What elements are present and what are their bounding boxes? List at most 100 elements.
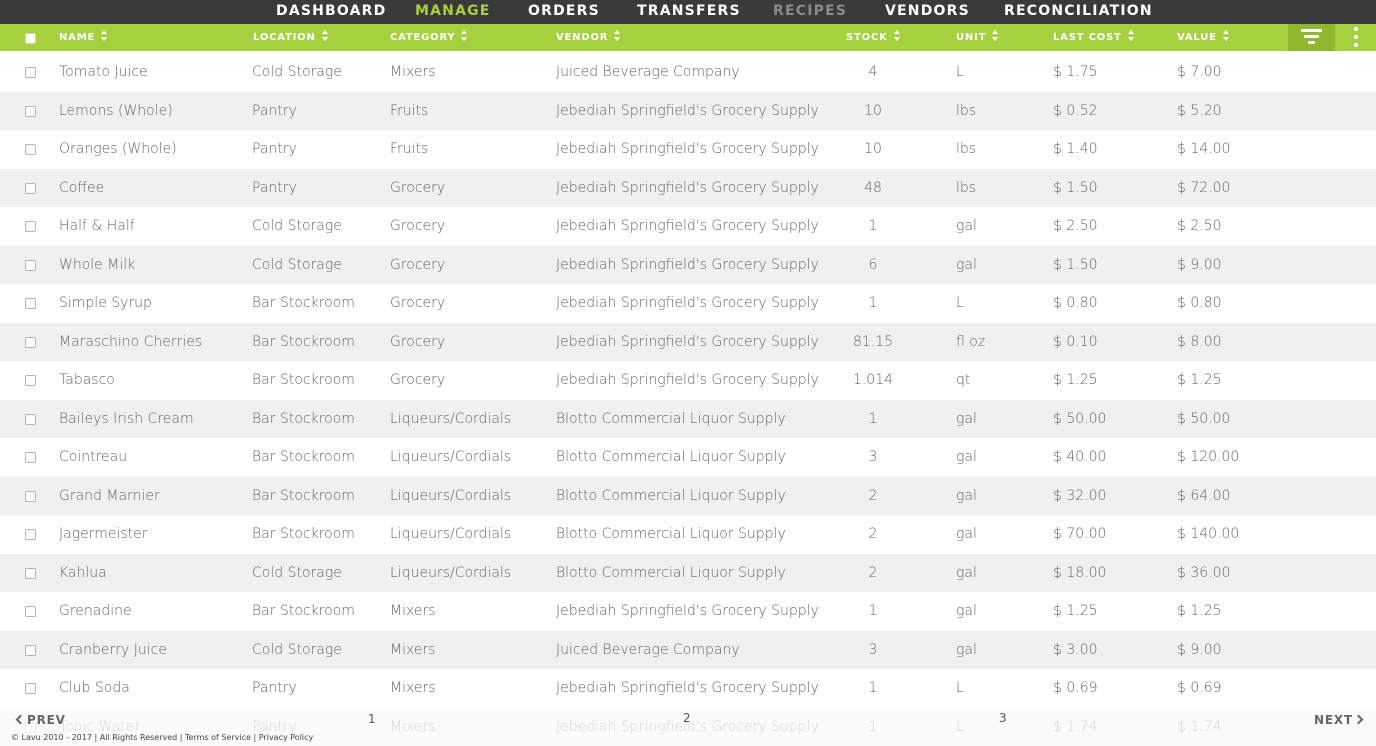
cell-category: Mixers — [390, 641, 436, 658]
filter-icon[interactable] — [1288, 24, 1335, 51]
sort-arrows-icon — [461, 29, 469, 43]
sort-arrows-icon — [1127, 29, 1136, 43]
row-checkbox[interactable] — [25, 336, 36, 348]
cell-value: $ 120.00 — [1177, 449, 1240, 465]
sort-arrows-icon — [321, 29, 330, 43]
row-checkbox[interactable] — [25, 529, 36, 540]
nav-dashboard[interactable]: DASHBOARD — [276, 0, 387, 24]
cell-unit: L — [956, 295, 964, 311]
page-3-link[interactable]: 3 — [999, 711, 1007, 725]
cell-name: Baileys Irish Cream — [59, 410, 194, 427]
cell-location: Bar Stockroom — [252, 449, 355, 465]
table-row[interactable]: Kahlua Cold Storage Liqueurs/Cordials Blott… — [0, 553, 1376, 592]
table-row[interactable]: Cranberry Juice Cold Storage Mixers Juiced … — [0, 630, 1376, 669]
table-row[interactable]: Cointreau Bar Stockroom Liqueurs/Cordials B… — [0, 438, 1376, 477]
cell-unit: gal — [956, 487, 977, 504]
cell-unit: lbs — [956, 179, 977, 196]
cell-stock: 2 — [868, 526, 878, 542]
column-header-name[interactable]: NAME — [59, 24, 109, 51]
row-checkbox[interactable] — [25, 567, 36, 579]
row-checkbox[interactable] — [25, 683, 36, 694]
row-checkbox[interactable] — [25, 221, 36, 232]
cell-value: $ 0.69 — [1177, 680, 1222, 696]
column-header-unit[interactable]: UNIT — [956, 24, 1000, 51]
cell-unit: gal — [956, 218, 977, 234]
table-row[interactable]: Half & Half Cold Storage Grocery Jebediah S… — [0, 207, 1376, 246]
footer-copyright: © Lavu 2010 - 2017 | All Rights Reserved… — [11, 733, 313, 742]
cell-location: Pantry — [252, 102, 297, 119]
cell-vendor: Blotto Commercial Liquor Supply — [556, 449, 786, 465]
row-checkbox[interactable] — [25, 606, 36, 617]
more-vertical-icon[interactable] — [1336, 24, 1376, 51]
table-row[interactable]: Whole Milk Cold Storage Grocery Jebediah Sp… — [0, 245, 1376, 284]
nav-reconciliation[interactable]: RECONCILIATION — [1004, 0, 1153, 24]
row-checkbox[interactable] — [25, 298, 36, 309]
cell-last-cost: $ 32.00 — [1053, 487, 1107, 504]
cell-vendor: Blotto Commercial Liquor Supply — [556, 526, 786, 542]
cell-last-cost: $ 40.00 — [1053, 449, 1107, 465]
row-checkbox[interactable] — [25, 490, 36, 502]
column-header-vendor[interactable]: VENDOR — [556, 24, 622, 51]
nav-vendors[interactable]: VENDORS — [885, 0, 970, 24]
row-checkbox[interactable] — [25, 452, 36, 463]
row-checkbox[interactable] — [25, 375, 36, 386]
table-row[interactable]: Club Soda Pantry Mixers Jebediah Springfiel… — [0, 669, 1376, 708]
cell-vendor: Jebediah Springfield's Grocery Supply — [556, 179, 819, 196]
cell-stock: 1 — [868, 680, 878, 696]
table-row[interactable]: Tomato Juice Cold Storage Mixers Juiced Bev… — [0, 53, 1376, 92]
table-row[interactable]: Jagermeister Bar Stockroom Liqueurs/Cordia… — [0, 515, 1376, 554]
cell-name: Whole Milk — [59, 256, 136, 273]
cell-vendor: Jebediah Springfield's Grocery Supply — [556, 218, 819, 234]
nav-manage[interactable]: MANAGE — [415, 0, 491, 24]
page-1-link[interactable]: 1 — [368, 712, 376, 726]
cell-value: $ 9.00 — [1177, 256, 1222, 273]
cell-value: $ 1.25 — [1177, 372, 1222, 388]
column-header-category[interactable]: CATEGORY — [390, 24, 469, 51]
column-header-last-cost-label: LAST COST — [1053, 32, 1122, 43]
table-row[interactable]: Tabasco Bar Stockroom Grocery Jebediah Spri… — [0, 361, 1376, 400]
chevron-right-icon — [1353, 714, 1364, 725]
cell-name: Coffee — [59, 179, 105, 196]
nav-orders[interactable]: ORDERS — [528, 0, 600, 24]
table-row[interactable]: Grand Marnier Bar Stockroom Liqueurs/Cordi… — [0, 476, 1376, 515]
row-checkbox[interactable] — [25, 182, 36, 194]
privacy-link[interactable]: Privacy Policy — [259, 733, 314, 742]
sort-arrows-icon — [893, 29, 902, 43]
next-button[interactable]: NEXT — [1314, 713, 1364, 727]
row-checkbox[interactable] — [25, 144, 36, 155]
table-row[interactable]: Coffee Pantry Grocery Jebediah Springfield'… — [0, 168, 1376, 207]
table-row[interactable]: Oranges (Whole) Pantry Fruits Jebediah Spri… — [0, 130, 1376, 169]
row-checkbox[interactable] — [25, 105, 36, 117]
table-row[interactable]: Grenadine Bar Stockroom Mixers Jebediah Spr… — [0, 592, 1376, 631]
column-header-value[interactable]: VALUE — [1177, 24, 1231, 51]
cell-last-cost: $ 1.75 — [1053, 64, 1098, 80]
cell-vendor: Jebediah Springfield's Grocery Supply — [556, 372, 819, 388]
row-checkbox[interactable] — [25, 259, 36, 271]
row-checkbox[interactable] — [25, 644, 36, 656]
column-header-last-cost[interactable]: LAST COST — [1053, 24, 1136, 51]
prev-button[interactable]: PREV — [15, 713, 66, 727]
column-header-location[interactable]: LOCATION — [253, 24, 330, 51]
cell-value: $ 7.00 — [1177, 64, 1222, 80]
cell-stock: 1.014 — [852, 372, 894, 388]
row-checkbox[interactable] — [25, 413, 36, 425]
cell-value: $ 5.20 — [1177, 102, 1222, 119]
table-row[interactable]: Maraschino Cherries Bar Stockroom Grocery J… — [0, 322, 1376, 361]
cell-last-cost: $ 18.00 — [1053, 564, 1107, 581]
table-row[interactable]: Lemons (Whole) Pantry Fruits Jebediah Sprin… — [0, 91, 1376, 130]
cell-last-cost: $ 0.10 — [1053, 333, 1098, 350]
nav-recipes[interactable]: RECIPES — [773, 0, 847, 24]
cell-last-cost: $ 1.50 — [1053, 256, 1098, 273]
select-all-checkbox[interactable] — [25, 33, 36, 44]
cell-category: Fruits — [390, 141, 429, 157]
terms-link[interactable]: Terms of Service — [185, 733, 251, 742]
cell-name: Half & Half — [59, 218, 135, 234]
nav-transfers[interactable]: TRANSFERS — [637, 0, 741, 24]
page-2-link[interactable]: 2 — [683, 711, 691, 725]
column-header-stock[interactable]: STOCK — [846, 24, 902, 51]
row-checkbox[interactable] — [25, 67, 36, 78]
table-row[interactable]: Simple Syrup Bar Stockroom Grocery Jebediah… — [0, 284, 1376, 323]
cell-value: $ 72.00 — [1177, 179, 1231, 196]
cell-location: Cold Storage — [252, 641, 342, 658]
table-row[interactable]: Baileys Irish Cream Bar Stockroom Liqueurs… — [0, 399, 1376, 438]
